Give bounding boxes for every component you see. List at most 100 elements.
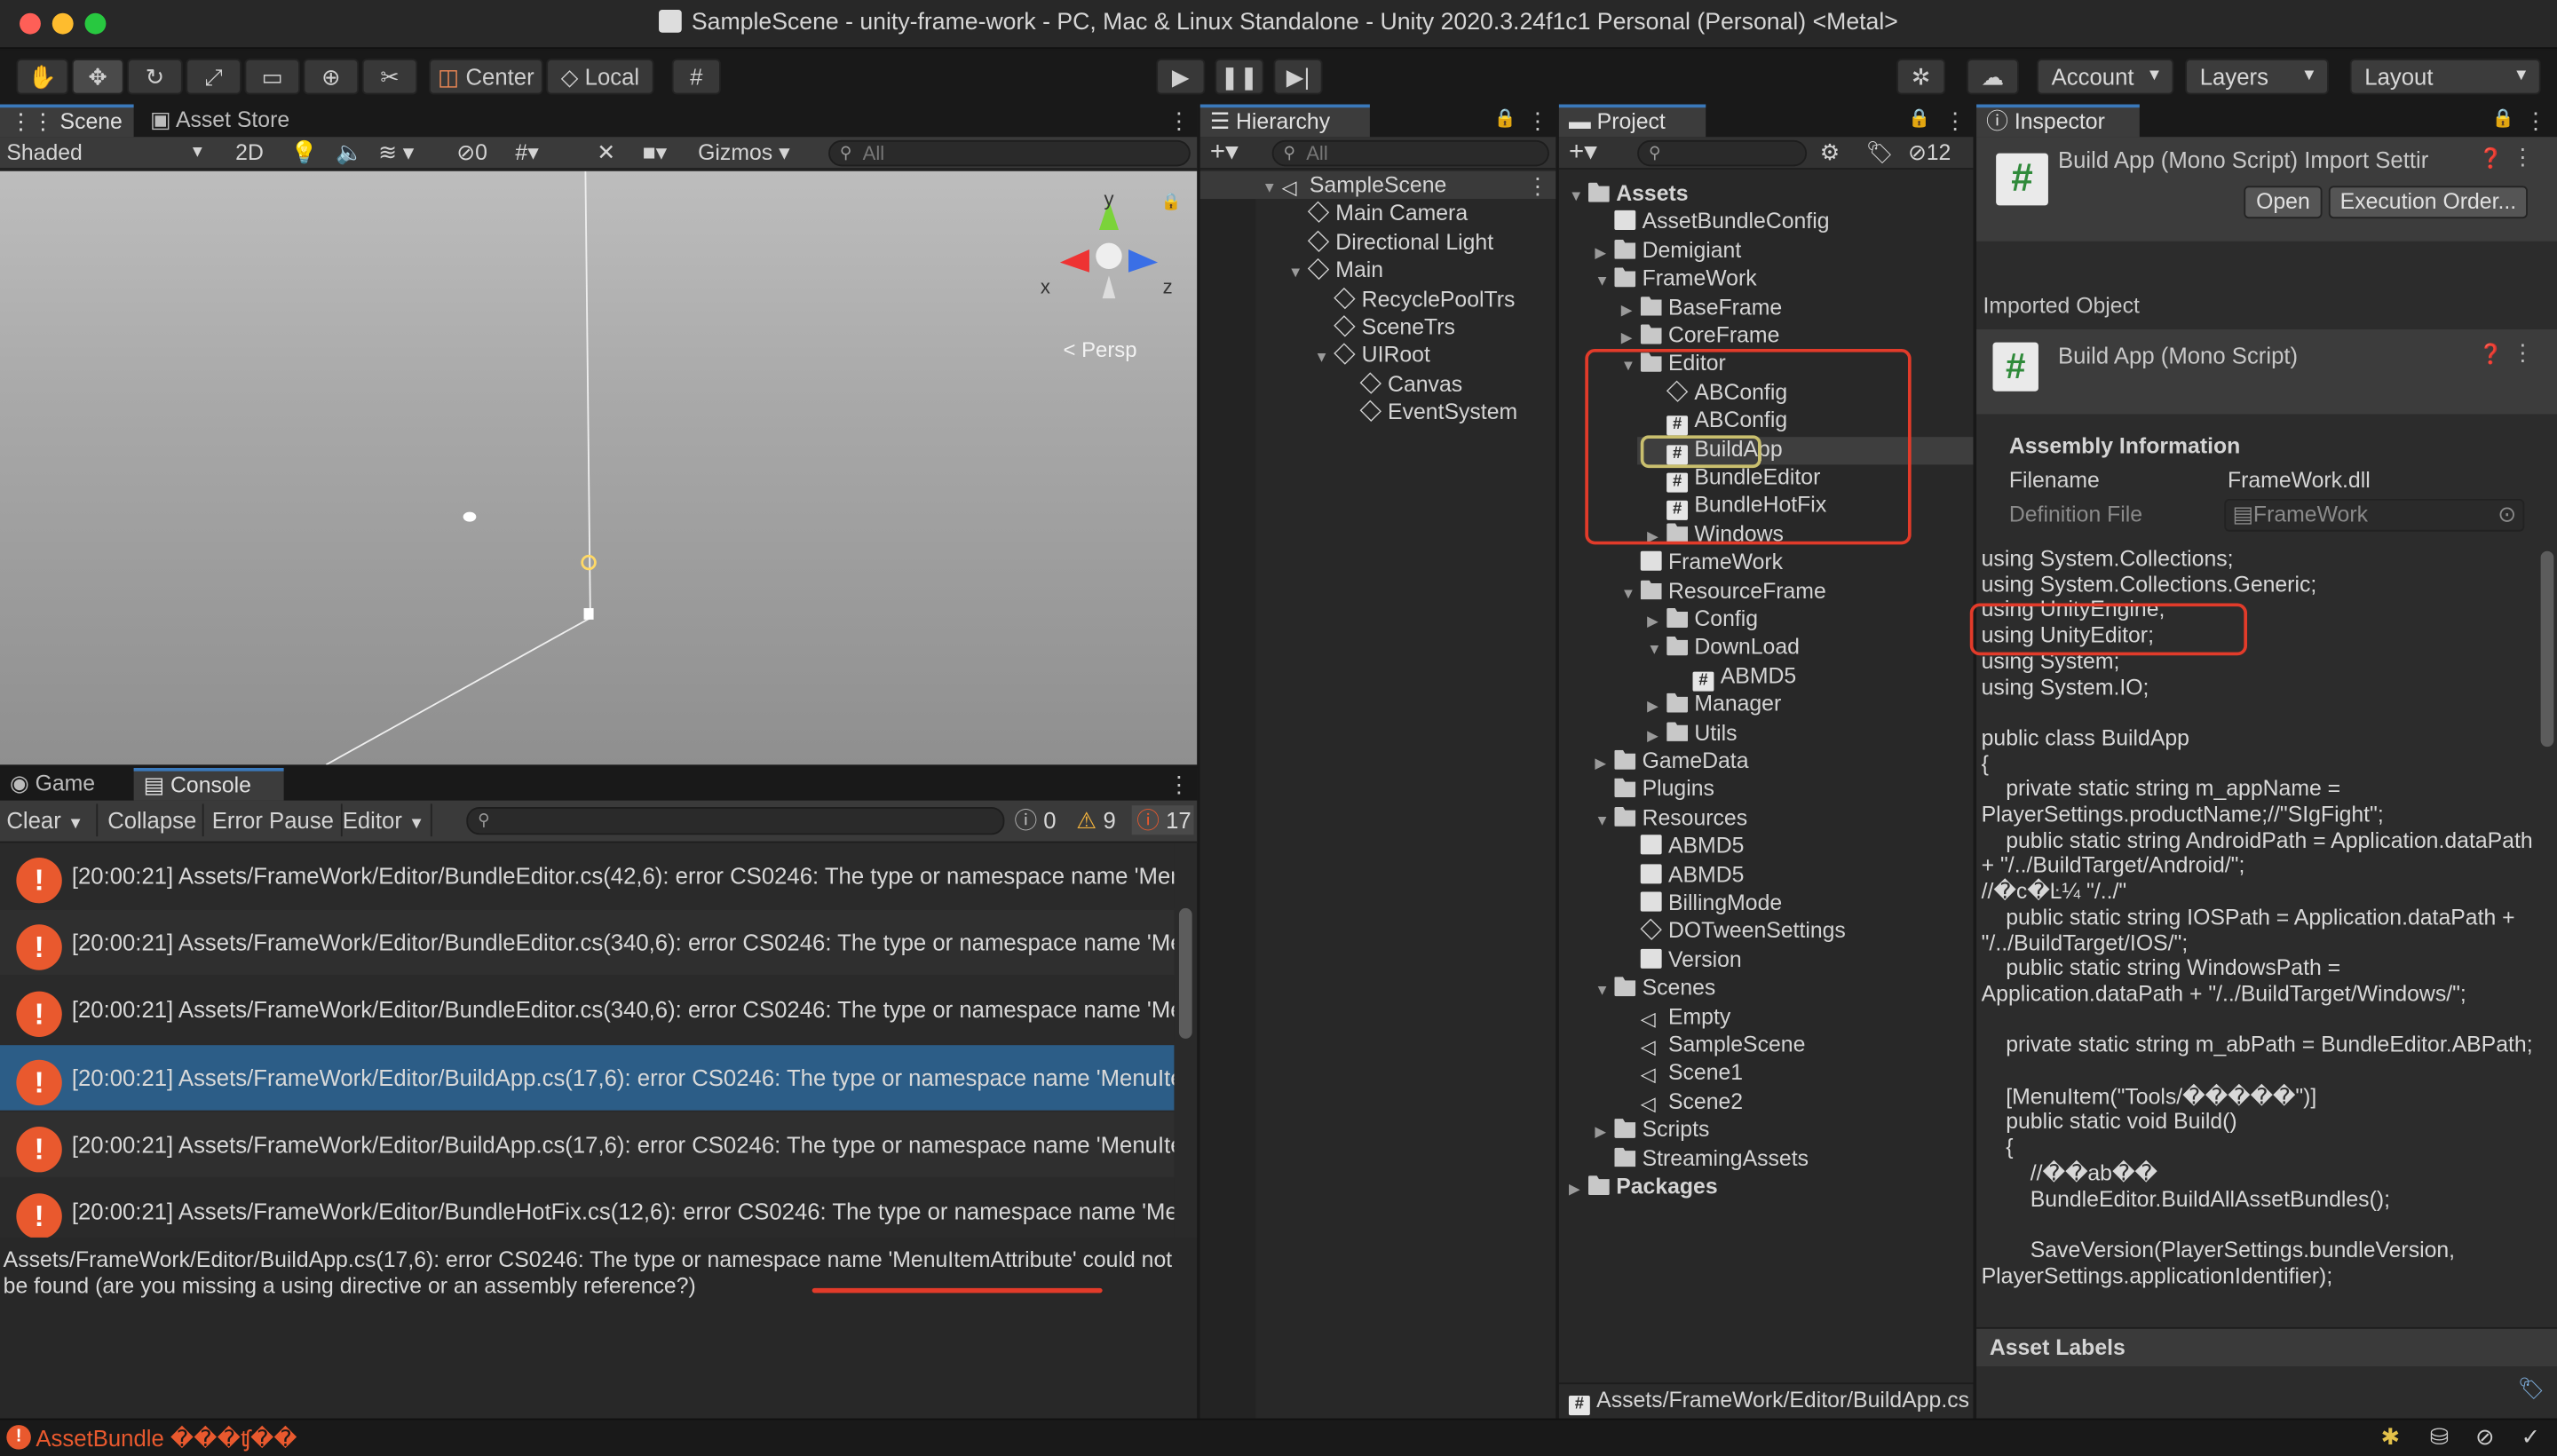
expand-open-icon[interactable]: ▼ [1621,580,1641,607]
asset-row[interactable]: Version [1621,946,1742,973]
hierarchy-more-icon[interactable]: ⋮ [1526,107,1549,135]
expand-closed-icon[interactable]: ▶ [1595,750,1614,778]
tab-asset-store[interactable]: ▣ Asset Store [140,105,320,138]
folder-row[interactable]: ▶ Scripts [1595,1115,1709,1143]
move-tool-icon[interactable]: ✥ [71,59,124,95]
layers-dropdown[interactable]: Layers ▼ [2185,59,2329,95]
hidden-objects-toggle[interactable]: ⊘0 [456,138,487,166]
layout-dropdown[interactable]: Layout ▼ [2349,59,2541,95]
expand-closed-icon[interactable]: ▶ [1647,722,1666,749]
folder-row[interactable]: ▶ CoreFrame [1621,321,1780,349]
project-more-icon[interactable]: ⋮ [1943,107,1967,135]
tab-inspector[interactable]: ⓘ Inspector [1976,104,2140,138]
hierarchy-search-input[interactable]: ⚲ All [1271,139,1549,167]
folder-row[interactable]: ▼ Resources [1595,803,1747,831]
folder-row[interactable]: ▶ Demigiant [1595,236,1741,264]
asset-row[interactable]: Canvas [1341,370,1462,398]
scale-tool-icon[interactable]: ⤢ [186,59,241,95]
inspector-more-icon[interactable]: ⋮ [2524,107,2547,135]
project-search-input[interactable]: ⚲ [1637,139,1808,167]
cloud-icon[interactable]: ☁ [1967,59,2019,95]
add-icon[interactable]: +▾ [1210,138,1239,166]
folder-row[interactable]: ▶ GameData [1595,747,1748,774]
asset-row[interactable]: RecyclePoolTrs [1314,285,1515,313]
folder-row[interactable]: ▶ Manager [1647,690,1781,717]
clear-dropdown[interactable]: Clear ▼ [0,803,99,837]
expand-closed-icon[interactable]: ▶ [1647,608,1666,636]
hidden-packages-toggle[interactable]: ⊘12 [1908,138,1951,166]
filter-type-icon[interactable]: ⚙ [1820,138,1840,166]
log-row[interactable]: ! [20:00:21] Assets/FrameWork/Editor/Bund… [0,1178,1175,1238]
asset-row[interactable]: Main Camera [1288,200,1468,227]
hand-tool-icon[interactable]: ✋ [16,59,69,95]
pivot-local-button[interactable]: ◇ Local [546,59,654,95]
asset-row[interactable]: BillingMode [1621,889,1782,916]
collab-icon[interactable]: ✲ [1896,59,1946,95]
expand-open-icon[interactable]: ▼ [1595,807,1614,835]
asset-row[interactable]: Directional Light [1288,228,1493,256]
help-icon[interactable]: ❓ [2479,343,2503,366]
expand-open-icon[interactable]: ▼ [1595,268,1614,296]
asset-row[interactable]: ◁ SampleScene [1621,1031,1806,1058]
asset-row[interactable]: ABMD5 [1621,860,1744,888]
asset-row[interactable]: ◁ Scene2 [1621,1088,1743,1115]
console-search-input[interactable]: ⚲ [466,807,1005,835]
help-icon[interactable]: ❓ [2479,146,2503,170]
auto-refresh-icon[interactable]: ⊘ [2475,1423,2495,1451]
scene-more-icon[interactable]: ⋮ [1526,173,1549,201]
pause-icon[interactable]: ❚❚ [1215,59,1264,95]
folder-row[interactable]: ▼ FrameWork [1595,265,1756,292]
inspector-scrollbar[interactable] [2537,544,2557,1321]
scroll-thumb[interactable] [1178,907,1192,1039]
log-row[interactable]: ! [20:00:21] Assets/FrameWork/Editor/Bund… [0,977,1175,1042]
account-dropdown[interactable]: Account ▼ [2037,59,2174,95]
expand-open-icon[interactable]: ▼ [1595,977,1614,1004]
folder-row[interactable]: ▼ Assets [1569,179,1689,207]
editor-dropdown[interactable]: Editor ▼ [336,803,433,837]
asset-row[interactable]: ABMD5 [1621,832,1744,859]
definition-file-field[interactable]: ▤FrameWork ⊙ [2224,498,2525,532]
folder-row[interactable]: ▼ Scenes [1595,974,1715,1001]
expand-closed-icon[interactable]: ▶ [1621,296,1641,323]
asset-row[interactable]: # ABMD5 [1673,661,1796,692]
toggle-2d-button[interactable]: 2D [228,138,271,166]
audio-icon[interactable]: 🔈 [336,138,363,166]
tab-project[interactable]: ▬ Project [1558,104,1706,138]
asset-row[interactable]: ▼ UIRoot [1314,342,1429,369]
camera-icon[interactable]: ■▾ [643,138,667,166]
lock-icon[interactable]: 🔒 [1908,107,1930,129]
effects-icon[interactable]: ≋ ▾ [378,138,414,166]
lock-icon[interactable]: 🔒 [1161,194,1182,212]
rotate-tool-icon[interactable]: ↻ [127,59,183,95]
folder-row[interactable]: ▶ BaseFrame [1621,293,1782,320]
add-icon[interactable]: +▾ [1569,138,1597,166]
cache-icon[interactable]: ⛁ [2430,1423,2450,1451]
expand-open-icon[interactable]: ▼ [1647,637,1666,664]
expand-open-icon[interactable]: ▼ [1288,259,1308,287]
expand-open-icon[interactable]: ▼ [1569,183,1588,210]
tab-game[interactable]: ◉ Game [0,768,124,801]
tab-hierarchy[interactable]: ☰ Hierarchy [1199,104,1370,138]
expand-closed-icon[interactable]: ▶ [1595,240,1614,267]
asset-row[interactable]: DOTweenSettings [1621,917,1846,945]
expand-open-icon[interactable]: ▼ [1263,175,1282,202]
open-button[interactable]: Open [2244,186,2323,219]
bug-icon[interactable]: ✱ [2381,1423,2401,1451]
tab-scene[interactable]: ⋮⋮ Scene [0,104,134,138]
error-count-toggle[interactable]: ⓘ 17 [1131,805,1194,835]
expand-closed-icon[interactable]: ▶ [1569,1175,1588,1203]
console-scrollbar[interactable] [1174,843,1198,1238]
log-row[interactable]: ! [20:00:21] Assets/FrameWork/Editor/Bund… [0,909,1175,976]
folder-row[interactable]: Plugins [1595,775,1714,803]
error-pause-button[interactable]: Error Pause [205,803,343,837]
asset-row[interactable]: ◁ Empty [1621,1002,1731,1030]
folder-row[interactable]: ▶ Config [1647,605,1758,632]
shading-dropdown[interactable]: Shaded ▼ [6,138,211,166]
scroll-thumb[interactable] [2540,550,2554,748]
log-row[interactable]: ! [20:00:21] Assets/FrameWork/Editor/Bund… [0,843,1175,908]
rect-tool-icon[interactable]: ▭ [244,59,300,95]
filter-label-icon[interactable]: 🏷 [1865,138,1893,166]
tab-console[interactable]: ▤ Console [133,767,284,801]
scene-search-input[interactable]: ⚲ All [828,139,1191,167]
log-row[interactable]: ! [20:00:21] Assets/FrameWork/Editor/Buil… [0,1112,1175,1177]
